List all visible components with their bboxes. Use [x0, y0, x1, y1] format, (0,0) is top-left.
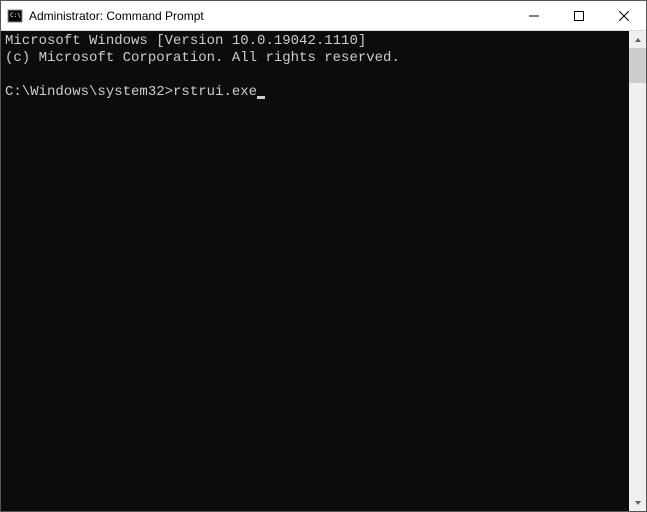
scroll-up-button[interactable] — [629, 31, 646, 48]
client-area: Microsoft Windows [Version 10.0.19042.11… — [1, 31, 646, 511]
command-prompt-window: C:\ Administrator: Command Prompt Micros… — [0, 0, 647, 512]
scroll-down-button[interactable] — [629, 494, 646, 511]
minimize-button[interactable] — [511, 1, 556, 31]
window-title: Administrator: Command Prompt — [29, 9, 511, 23]
text-cursor — [257, 96, 265, 99]
vertical-scrollbar[interactable] — [629, 31, 646, 511]
terminal-output[interactable]: Microsoft Windows [Version 10.0.19042.11… — [1, 31, 629, 511]
version-line: Microsoft Windows [Version 10.0.19042.11… — [5, 33, 366, 49]
svg-text:C:\: C:\ — [10, 12, 21, 19]
scroll-thumb[interactable] — [629, 48, 646, 83]
cmd-icon: C:\ — [7, 8, 23, 24]
typed-command: rstrui.exe — [173, 84, 257, 100]
window-controls — [511, 1, 646, 30]
prompt-path: C:\Windows\system32> — [5, 84, 173, 100]
maximize-button[interactable] — [556, 1, 601, 31]
copyright-line: (c) Microsoft Corporation. All rights re… — [5, 50, 400, 66]
close-button[interactable] — [601, 1, 646, 31]
titlebar[interactable]: C:\ Administrator: Command Prompt — [1, 1, 646, 31]
